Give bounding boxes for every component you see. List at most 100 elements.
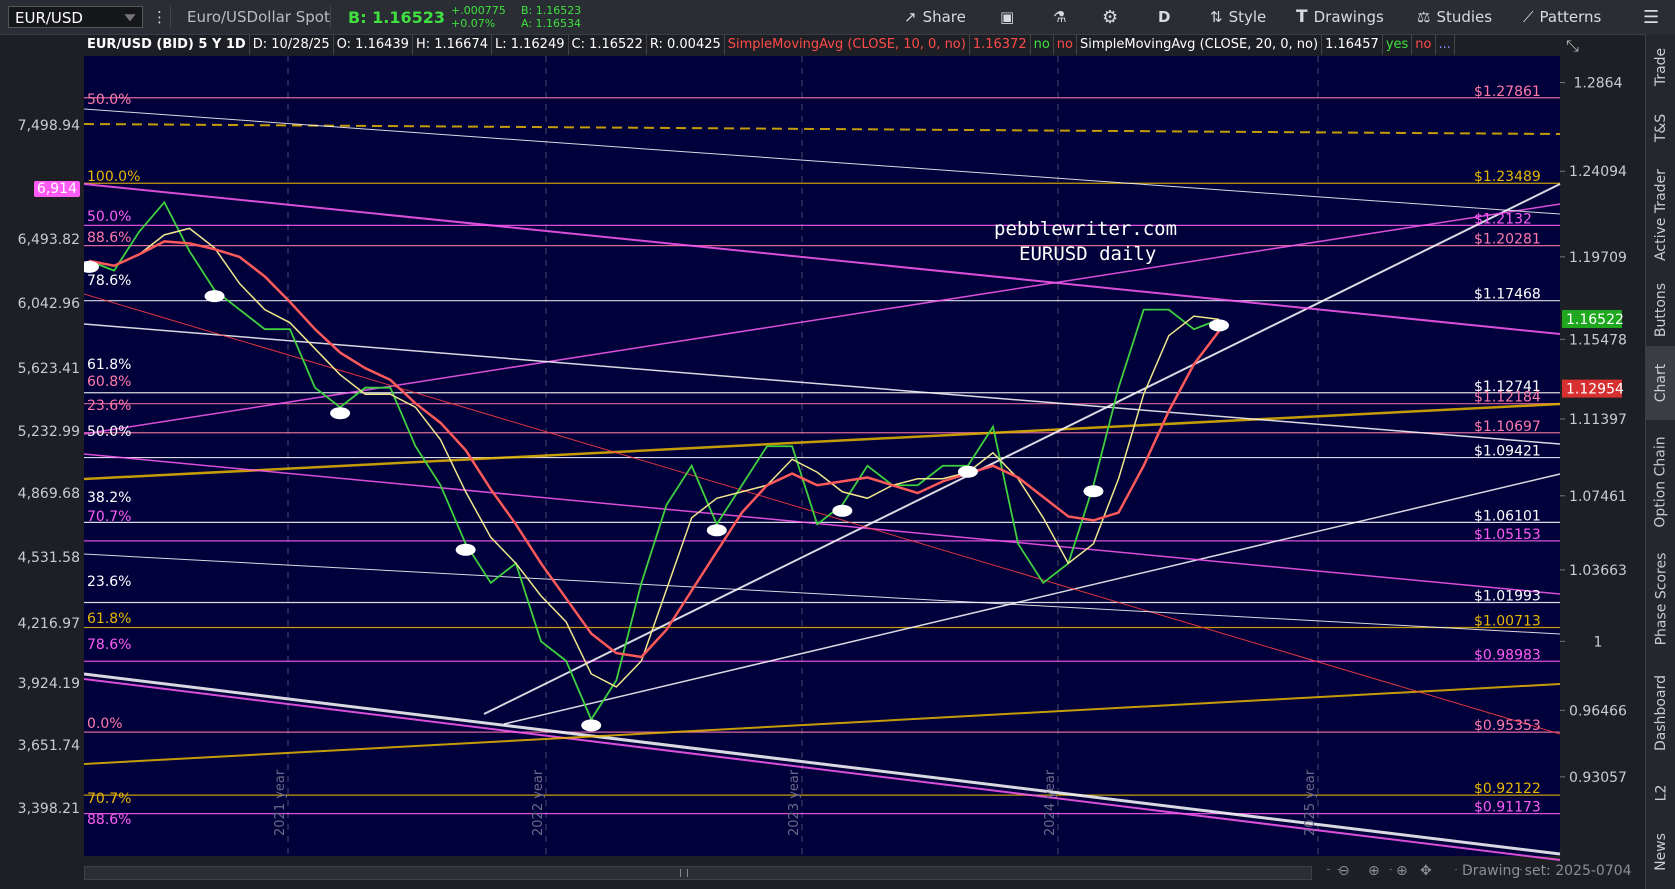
pivot-marker <box>581 719 602 732</box>
scroll-grip-icon <box>680 869 688 877</box>
sidebar-tab-trade[interactable]: Trade <box>1646 34 1675 100</box>
pan-icon[interactable]: ✥ <box>1420 863 1432 879</box>
price-level-label: $0.91173 <box>1474 800 1541 816</box>
left-axis-label: 7,498.94 <box>17 118 80 134</box>
right-axis-label: 1.2864 <box>1574 76 1623 92</box>
chart-info-bar: EUR/USD (BID) 5 Y 1D D: 10/28/25 O: 1.16… <box>84 34 1455 56</box>
fib-level-label: 61.8% <box>87 357 131 373</box>
info-open: O: 1.16439 <box>334 35 413 55</box>
pivot-marker <box>706 524 727 537</box>
left-axis-label: 6,042.96 <box>17 296 80 312</box>
gear-icon[interactable]: ⚙ <box>1102 0 1118 34</box>
divider <box>330 6 331 28</box>
sidebar-tab-chart[interactable]: Chart <box>1646 346 1675 420</box>
share-icon: ↗ <box>904 8 917 26</box>
sidebar-tab-label: Dashboard <box>1653 675 1669 751</box>
symbol-description: Euro/USDollar Spot <box>187 8 330 26</box>
change-pct: +0.07% <box>451 17 496 30</box>
info-range: R: 0.00425 <box>647 35 725 55</box>
sidebar-tab-option-chain[interactable]: Option Chain <box>1646 420 1675 544</box>
flask-icon[interactable]: ⚗ <box>1053 0 1066 34</box>
left-axis: 7,498.94 6,914 6,493.82 6,042.96 5,623.41 5,2… <box>0 34 84 870</box>
menu-icon[interactable]: ☰ <box>1643 0 1659 34</box>
fib-level-label: 100.0% <box>87 169 140 185</box>
studies-button[interactable]: ⚖ Studies <box>1417 0 1492 34</box>
right-axis-label: 1.15478 <box>1569 332 1627 348</box>
sma10-flag2: no <box>1054 35 1077 55</box>
left-axis-label: 6,914 <box>33 181 80 197</box>
sma10-label[interactable]: SimpleMovingAvg (CLOSE, 10, 0, no) <box>725 35 970 55</box>
sidebar-tab-news[interactable]: News <box>1646 814 1675 889</box>
right-axis-label: 0.93057 <box>1569 770 1627 786</box>
fib-level-label: 88.6% <box>87 812 131 828</box>
current-price-label: 1.16522 <box>1566 312 1624 328</box>
left-axis-label: 6,493.82 <box>17 232 80 248</box>
ask-small: A: 1.16534 <box>521 17 582 30</box>
zoom-out-icon[interactable]: ⊖ <box>1338 863 1350 879</box>
change-abs: +.000775 <box>451 4 506 17</box>
pivot-marker <box>204 290 225 303</box>
horizontal-scrollbar[interactable] <box>84 866 1312 880</box>
crosshair-icon[interactable]: ⊕ <box>1396 863 1408 879</box>
price-level-label: $0.98983 <box>1474 647 1541 663</box>
price-level-label: $1.20281 <box>1474 232 1541 248</box>
fib-level-label: 88.6% <box>87 230 131 246</box>
sidebar-tab-active-trader[interactable]: Active Trader <box>1646 156 1675 274</box>
share-button[interactable]: ↗ Share <box>904 0 966 34</box>
sidebar-tab-label: Option Chain <box>1653 436 1670 528</box>
price-level-label: $0.92122 <box>1474 781 1541 797</box>
year-marker-label: 2022 year <box>531 769 546 836</box>
pivot-marker <box>455 543 476 556</box>
fib-level-label: 50.0% <box>87 209 131 225</box>
fib-level-label: 70.7% <box>87 791 131 807</box>
share-label: Share <box>922 8 966 26</box>
fib-level-label: 0.0% <box>87 716 123 732</box>
screenshot-icon[interactable]: ▣ <box>1000 0 1014 34</box>
more-studies[interactable]: ... <box>1436 35 1455 55</box>
fib-level-label: 50.0% <box>87 92 131 108</box>
sidebar-tab-label: Active Trader <box>1653 169 1669 261</box>
left-axis-label: 4,531.58 <box>17 550 80 566</box>
price-level-label: $1.09421 <box>1474 444 1541 460</box>
sidebar-tab-t-s[interactable]: T&S <box>1646 100 1675 156</box>
sidebar-tab-dashboard[interactable]: Dashboard <box>1646 654 1675 772</box>
sidebar-tab-label: News <box>1653 832 1669 871</box>
fib-level-label: 61.8% <box>87 611 131 627</box>
price-level-label: $0.95353 <box>1474 718 1541 734</box>
right-sidebar: Trade T&S Active Trader Buttons Chart Option … <box>1645 34 1675 889</box>
divider <box>170 6 171 28</box>
sidebar-tab-label: Trade <box>1653 47 1669 87</box>
chevron-down-icon[interactable] <box>124 14 136 22</box>
period-button[interactable]: D <box>1158 0 1170 34</box>
left-axis-label: 3,398.21 <box>17 801 80 817</box>
drawings-button[interactable]: T Drawings <box>1296 0 1384 34</box>
price-level-label: $1.17468 <box>1474 287 1541 303</box>
plot-area <box>84 56 1560 856</box>
drawings-label: Drawings <box>1313 8 1384 26</box>
annotation-site: pebblewriter.com <box>994 218 1177 240</box>
marker-price-label: 1.12954 <box>1566 382 1624 398</box>
info-close: C: 1.16522 <box>569 35 647 55</box>
price-chart[interactable]: 2021 year 2022 year 2023 year 2024 year 2025… <box>84 34 1644 870</box>
sidebar-tab-label: Buttons <box>1653 282 1670 338</box>
sidebar-tab-phase-scores[interactable]: Phase Scores <box>1646 544 1675 654</box>
year-marker-label: 2024 year <box>1043 769 1058 836</box>
patterns-button[interactable]: ⟋ Patterns <box>1523 0 1601 34</box>
right-axis-label: 0.96466 <box>1569 703 1627 719</box>
collapse-icon[interactable]: ⤡ <box>1566 36 1579 56</box>
sidebar-tab-buttons[interactable]: Buttons <box>1646 274 1675 346</box>
link-icon[interactable]: ⋮ <box>152 0 167 34</box>
sma20-flag1: yes <box>1383 35 1413 55</box>
sidebar-tab-l2[interactable]: L2 <box>1646 772 1675 814</box>
symbol-selector[interactable]: EUR/USD <box>8 6 143 28</box>
price-level-label: $1.06101 <box>1474 508 1541 524</box>
style-icon: ⇅ <box>1210 8 1223 26</box>
sma20-flag2: no <box>1412 35 1436 55</box>
sma20-label[interactable]: SimpleMovingAvg (CLOSE, 20, 0, no) <box>1077 35 1323 55</box>
left-axis-label: 4,216.97 <box>17 616 80 632</box>
price-level-label: $1.12184 <box>1474 390 1541 406</box>
zoom-in-icon[interactable]: ⊕ <box>1368 863 1380 879</box>
info-high: H: 1.16674 <box>413 35 492 55</box>
style-button[interactable]: ⇅ Style <box>1210 0 1266 34</box>
pivot-marker <box>832 504 853 517</box>
